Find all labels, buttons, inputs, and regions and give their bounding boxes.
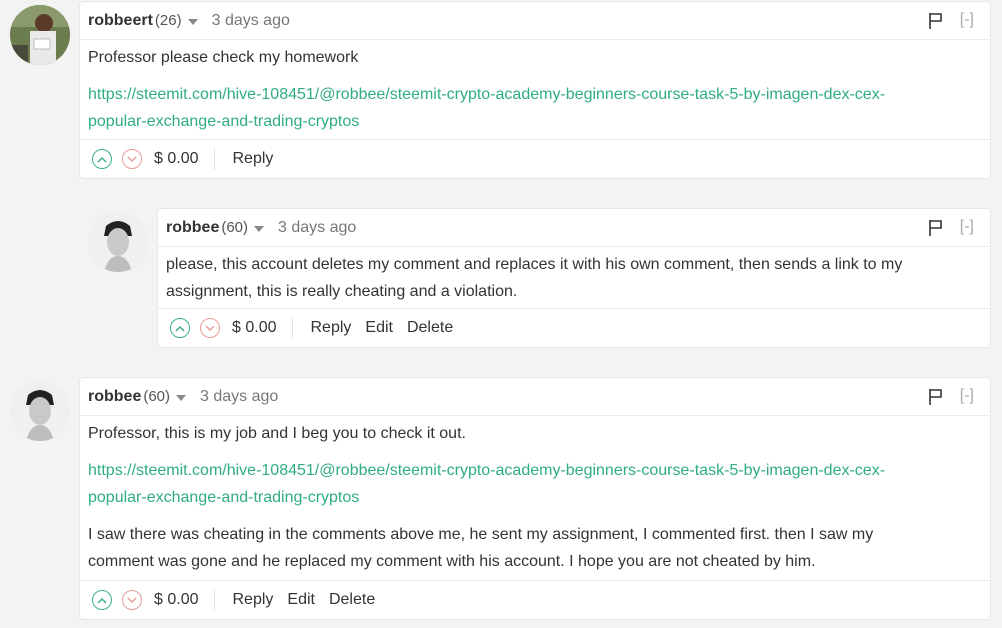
downvote-button[interactable]	[122, 149, 142, 169]
chevron-up-icon	[175, 325, 185, 332]
avatar-image	[10, 381, 70, 441]
upvote-button[interactable]	[92, 149, 112, 169]
text-line: I saw there was cheating in the comments…	[88, 526, 874, 543]
collapse-toggle[interactable]: [-]	[960, 11, 974, 29]
payout-value[interactable]: $ 0.00	[154, 148, 216, 170]
text-line: comment was gone and he replaced my comm…	[88, 553, 816, 570]
flag-icon[interactable]	[928, 388, 944, 406]
comment-footer: $ 0.00 Reply	[80, 139, 990, 178]
author-name[interactable]: robbee	[166, 219, 219, 237]
caret-down-icon[interactable]	[187, 18, 198, 25]
comment-footer: $ 0.00 Reply Edit Delete	[80, 580, 990, 619]
link-line[interactable]: https://steemit.com/hive-108451/@robbee/…	[88, 462, 885, 479]
text-line: assignment, this is really cheating and …	[166, 283, 518, 300]
avatar-image	[10, 5, 70, 65]
comment-header: robbee (60) 3 days ago [-]	[80, 378, 990, 416]
link-line[interactable]: popular-exchange-and-trading-cryptos	[88, 489, 359, 506]
chevron-up-icon	[97, 597, 107, 604]
downvote-button[interactable]	[200, 318, 220, 338]
comment-body: Professor please check my homework https…	[80, 40, 990, 135]
author-reputation: (26)	[154, 12, 182, 29]
caret-down-icon[interactable]	[176, 394, 187, 401]
comment-footer: $ 0.00 Reply Edit Delete	[158, 308, 990, 347]
comment-text: Professor please check my homework	[88, 49, 359, 66]
upvote-button[interactable]	[92, 590, 112, 610]
comment-text: please, this account deletes my comment …	[166, 251, 982, 305]
timestamp[interactable]: 3 days ago	[278, 219, 356, 237]
comment-body: please, this account deletes my comment …	[158, 247, 990, 305]
reply-button[interactable]: Reply	[310, 319, 351, 337]
chevron-down-icon	[205, 324, 215, 331]
payout-value[interactable]: $ 0.00	[232, 317, 294, 339]
author-reputation: (60)	[221, 219, 249, 236]
reply-button[interactable]: Reply	[232, 591, 273, 609]
collapse-toggle[interactable]: [-]	[960, 387, 974, 405]
comment-card: robbeert (26) 3 days ago [-] Professor p…	[79, 1, 991, 179]
reply-button[interactable]: Reply	[232, 150, 273, 168]
edit-button[interactable]: Edit	[287, 591, 315, 609]
chevron-up-icon	[97, 156, 107, 163]
link-line[interactable]: popular-exchange-and-trading-cryptos	[88, 113, 359, 130]
collapse-toggle[interactable]: [-]	[960, 218, 974, 236]
payout-value[interactable]: $ 0.00	[154, 589, 216, 611]
link-line[interactable]: https://steemit.com/hive-108451/@robbee/…	[88, 86, 885, 103]
assignment-link[interactable]: https://steemit.com/hive-108451/@robbee/…	[88, 462, 885, 506]
text-line: please, this account deletes my comment …	[166, 256, 903, 273]
upvote-button[interactable]	[170, 318, 190, 338]
delete-button[interactable]: Delete	[407, 319, 453, 337]
avatar[interactable]	[88, 212, 148, 272]
avatar[interactable]	[10, 381, 70, 441]
author-name[interactable]: robbeert	[88, 12, 153, 30]
timestamp[interactable]: 3 days ago	[200, 388, 278, 406]
timestamp[interactable]: 3 days ago	[212, 12, 290, 30]
avatar[interactable]	[10, 5, 70, 65]
assignment-link[interactable]: https://steemit.com/hive-108451/@robbee/…	[88, 86, 885, 130]
chevron-down-icon	[127, 155, 137, 162]
author-name[interactable]: robbee	[88, 388, 141, 406]
comment-card: robbee (60) 3 days ago [-] Professor, th…	[79, 377, 991, 620]
comment-header: robbee (60) 3 days ago [-]	[158, 209, 990, 247]
comment-text: Professor, this is my job and I beg you …	[88, 425, 466, 442]
caret-down-icon[interactable]	[254, 225, 265, 232]
comment-body: Professor, this is my job and I beg you …	[80, 416, 990, 575]
author-reputation: (60)	[143, 388, 171, 405]
delete-button[interactable]: Delete	[329, 591, 375, 609]
comment-card: robbee (60) 3 days ago [-] please, this …	[157, 208, 991, 348]
downvote-button[interactable]	[122, 590, 142, 610]
comment-header: robbeert (26) 3 days ago [-]	[80, 2, 990, 40]
avatar-image	[88, 212, 148, 272]
edit-button[interactable]: Edit	[365, 319, 393, 337]
flag-icon[interactable]	[928, 219, 944, 237]
flag-icon[interactable]	[928, 12, 944, 30]
comment-text: I saw there was cheating in the comments…	[88, 521, 982, 575]
chevron-down-icon	[127, 596, 137, 603]
